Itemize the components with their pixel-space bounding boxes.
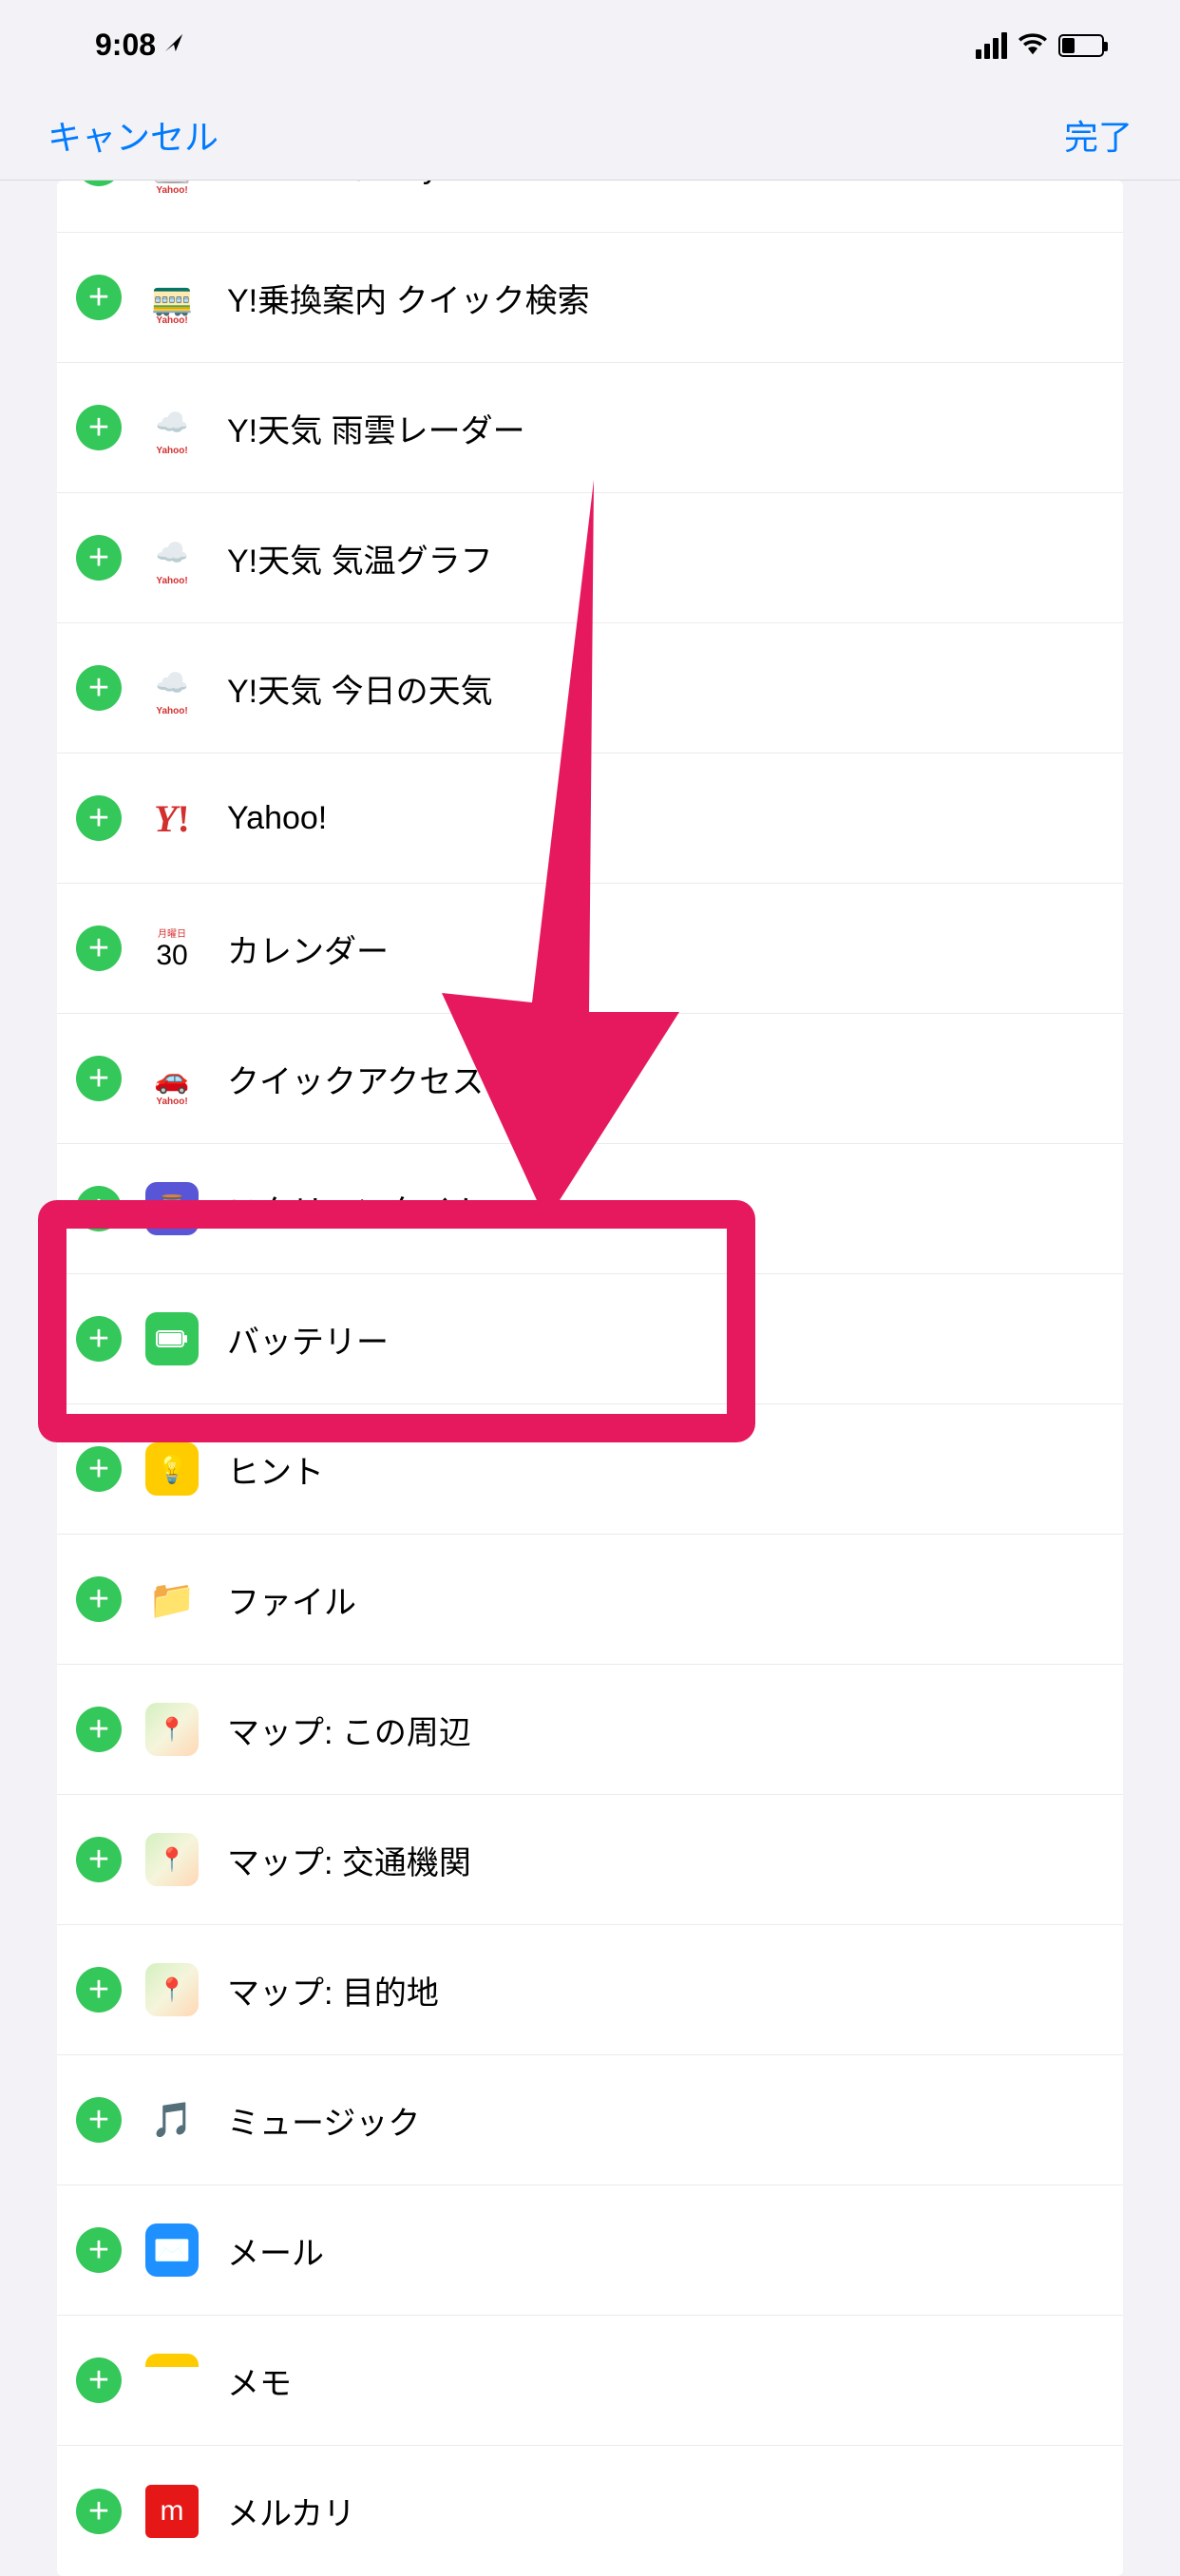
mail-icon xyxy=(145,2223,199,2277)
calendar-icon: 月曜日 30 xyxy=(145,922,199,975)
add-button[interactable]: + xyxy=(76,2489,122,2534)
list-item[interactable]: + マップ: この周辺 xyxy=(57,1665,1123,1795)
list-item[interactable]: + メルカリ xyxy=(57,2446,1123,2576)
row-label: Y!天気 今日の天気 xyxy=(227,665,493,712)
list-item[interactable]: + Yahoo! Y!天気 今日の天気 xyxy=(57,623,1123,754)
add-button[interactable]: + xyxy=(76,275,122,320)
row-label: ファイル xyxy=(227,1576,356,1623)
list-item[interactable]: + Yahoo! Y!天気 気温グラフ xyxy=(57,493,1123,623)
quick-access-icon: Yahoo! xyxy=(145,1052,199,1105)
battery-icon xyxy=(1058,34,1104,57)
add-button[interactable]: + xyxy=(76,2097,122,2143)
add-button[interactable]: + xyxy=(76,1186,122,1231)
add-button[interactable]: + xyxy=(76,1056,122,1101)
row-label: ヒント xyxy=(227,1446,324,1493)
row-label: Y!天気 気温グラフ xyxy=(227,535,493,582)
widget-list[interactable]: + 🗓️Yahoo! Y!乗換案内 My時刻表 + Yahoo! Y!乗換案内 … xyxy=(57,181,1123,2576)
wifi-icon xyxy=(1018,28,1047,63)
list-item[interactable]: + マップ: 目的地 xyxy=(57,1925,1123,2055)
yahoo-weather-temp-icon: Yahoo! xyxy=(145,531,199,584)
nav-bar: キャンセル 完了 xyxy=(0,90,1180,181)
list-item[interactable]: + Y Yahoo! xyxy=(57,754,1123,884)
row-label: マップ: 目的地 xyxy=(227,1967,439,2013)
add-button[interactable]: + xyxy=(76,1707,122,1752)
row-label: メール xyxy=(227,2227,324,2274)
add-button[interactable]: + xyxy=(76,795,122,841)
add-button[interactable]: + xyxy=(76,925,122,971)
add-button[interactable]: + xyxy=(76,535,122,581)
row-label: マップ: この周辺 xyxy=(227,1707,471,1753)
status-time: 9:08 xyxy=(95,28,156,63)
row-label: カレンダー xyxy=(227,925,389,972)
list-item[interactable]: + ヒント xyxy=(57,1404,1123,1535)
status-bar: 9:08 xyxy=(0,0,1180,90)
add-button[interactable]: + xyxy=(76,1446,122,1492)
done-button[interactable]: 完了 xyxy=(1064,110,1132,160)
list-item[interactable]: + ミュージック xyxy=(57,2055,1123,2185)
list-item[interactable]: + Yahoo! Y!乗換案内 クイック検索 xyxy=(57,233,1123,363)
notes-icon xyxy=(145,2354,199,2407)
files-icon xyxy=(145,1573,199,1626)
add-button[interactable]: + xyxy=(76,405,122,450)
mercari-icon xyxy=(145,2485,199,2538)
add-button[interactable]: + xyxy=(76,2357,122,2403)
tips-icon xyxy=(145,1442,199,1496)
yahoo-icon: Y xyxy=(145,792,199,845)
yahoo-weather-today-icon: Yahoo! xyxy=(145,661,199,715)
cellular-icon xyxy=(976,32,1007,59)
add-button[interactable]: + xyxy=(76,181,122,186)
screentime-icon xyxy=(145,1182,199,1235)
row-label: メモ xyxy=(227,2357,292,2404)
yahoo-weather-radar-icon: Yahoo! xyxy=(145,401,199,454)
row-label: クイックアクセス xyxy=(227,1056,484,1102)
maps-transit-icon xyxy=(145,1833,199,1886)
list-item[interactable]: + メール xyxy=(57,2185,1123,2316)
row-label: Y!乗換案内 クイック検索 xyxy=(227,275,590,321)
add-button[interactable]: + xyxy=(76,2227,122,2273)
maps-destination-icon xyxy=(145,1963,199,2016)
row-label: スクリーンタイム xyxy=(227,1186,484,1232)
maps-nearby-icon xyxy=(145,1703,199,1756)
list-item[interactable]: + 🗓️Yahoo! Y!乗換案内 My時刻表 xyxy=(57,181,1123,233)
row-label: ミュージック xyxy=(227,2097,420,2144)
status-right xyxy=(976,28,1104,63)
row-label: Y!乗換案内 My時刻表 xyxy=(227,181,536,187)
battery-widget-icon xyxy=(145,1312,199,1365)
row-label: Y!天気 雨雲レーダー xyxy=(227,405,525,451)
music-icon xyxy=(145,2093,199,2147)
row-label: メルカリ xyxy=(227,2488,355,2534)
list-item[interactable]: + Yahoo! Y!天気 雨雲レーダー xyxy=(57,363,1123,493)
add-button[interactable]: + xyxy=(76,1576,122,1622)
list-item[interactable]: + ファイル xyxy=(57,1535,1123,1665)
yahoo-transit-quicksearch-icon: Yahoo! xyxy=(145,271,199,324)
add-button[interactable]: + xyxy=(76,665,122,711)
add-button[interactable]: + xyxy=(76,1837,122,1882)
add-button[interactable]: + xyxy=(76,1967,122,2013)
list-item[interactable]: + Yahoo! クイックアクセス xyxy=(57,1014,1123,1144)
cancel-button[interactable]: キャンセル xyxy=(48,110,219,160)
list-item[interactable]: + メモ xyxy=(57,2316,1123,2446)
list-item[interactable]: + マップ: 交通機関 xyxy=(57,1795,1123,1925)
list-item[interactable]: + バッテリー xyxy=(57,1274,1123,1404)
add-button[interactable]: + xyxy=(76,1316,122,1362)
row-label: バッテリー xyxy=(227,1316,389,1363)
row-label: Yahoo! xyxy=(227,800,327,837)
yahoo-transit-icon: 🗓️Yahoo! xyxy=(145,181,199,194)
list-item[interactable]: + 月曜日 30 カレンダー xyxy=(57,884,1123,1014)
location-icon xyxy=(163,30,184,60)
row-label: マップ: 交通機関 xyxy=(227,1837,471,1883)
status-left: 9:08 xyxy=(95,28,184,63)
list-item[interactable]: + スクリーンタイム xyxy=(57,1144,1123,1274)
